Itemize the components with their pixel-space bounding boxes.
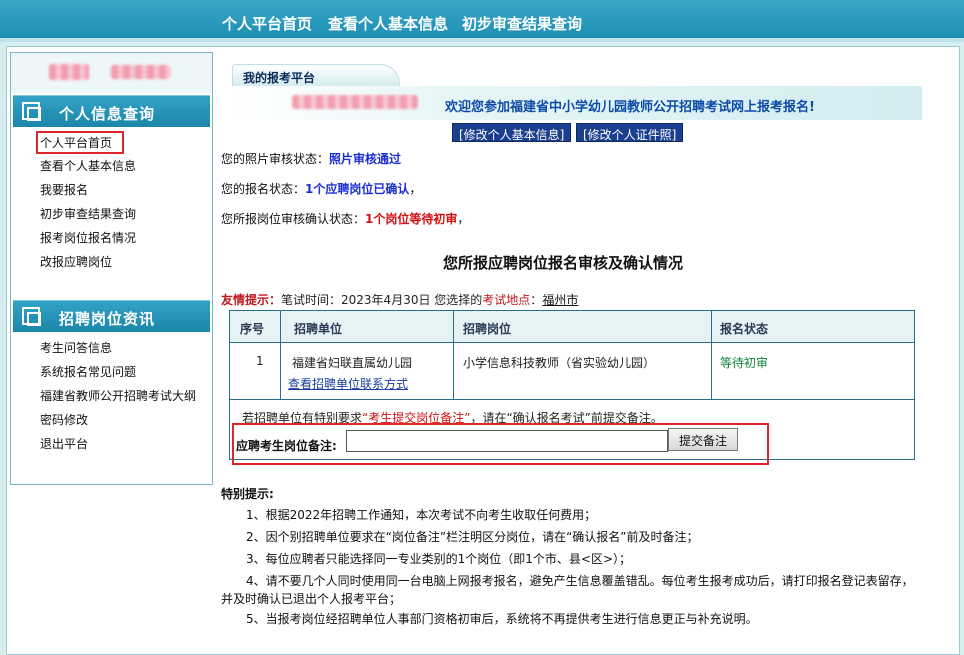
row-status: 等待初审: [720, 356, 769, 370]
special-note-item: 4、请不要几个人同时使用同一台电脑上网报考报名，避免产生信息覆盖错乱。每位考生报…: [246, 574, 914, 588]
welcome-message: 欢迎您参加福建省中小学幼儿园教师公开招聘考试网上报考报名!: [445, 100, 815, 115]
sidebar-section-personal-info: 个人信息查询: [13, 95, 210, 127]
post-review-status-suffix: ，: [457, 212, 470, 226]
sidebar-item-post-registration[interactable]: 报考岗位报名情况: [40, 229, 136, 246]
sidebar-user-bar: [11, 53, 212, 93]
redacted-name: [292, 95, 418, 109]
table-divider: [280, 311, 281, 399]
submit-remark-button[interactable]: 提交备注: [668, 428, 738, 451]
top-navigation-bar: 个人平台首页 查看个人基本信息 初步审查结果查询: [0, 0, 964, 42]
photo-status-line: 您的照片审核状态：照片审核通过: [221, 150, 401, 167]
sidebar-item-view-basic-info[interactable]: 查看个人基本信息: [40, 157, 136, 174]
special-note-item: 3、每位应聘者只能选择同一专业类别的1个岗位（即1个市、县<区>）；: [246, 552, 632, 566]
tip-colon: ：: [530, 293, 543, 307]
table-header: 序号 招聘单位 招聘岗位 报名状态: [230, 311, 914, 343]
nav-personal-home[interactable]: 个人平台首页: [222, 13, 312, 34]
header-index: 序号: [240, 322, 265, 336]
tab-my-platform: 我的报考平台: [232, 64, 400, 86]
sidebar-item-change-post[interactable]: 改报应聘岗位: [40, 253, 112, 270]
window-icon-inner: [27, 312, 41, 326]
registration-status-value: 1个应聘岗位已确认: [305, 182, 410, 196]
tip-label: 友情提示：: [221, 293, 282, 307]
tip-location-label: 考试地点: [482, 293, 531, 307]
sidebar: 个人信息查询 个人平台首页 查看个人基本信息 我要报名 初步审查结果查询 报考岗…: [10, 52, 213, 485]
sidebar-item-qa[interactable]: 考生问答信息: [40, 339, 112, 356]
registration-status-suffix: ，: [409, 182, 422, 196]
sidebar-item-personal-home[interactable]: 个人平台首页: [35, 131, 125, 154]
row-post: 小学信息科技教师（省实验幼儿园）: [463, 356, 656, 370]
sidebar-section-title: 个人信息查询: [59, 105, 156, 123]
section-title: 您所报应聘岗位报名审核及确认情况: [443, 254, 684, 272]
table-divider: [453, 311, 454, 399]
table-divider: [711, 311, 712, 399]
special-note-item: 2、因个别招聘单位要求在“岗位备注”栏注明区分岗位，请在“确认报名”前及时备注；: [246, 530, 699, 544]
platform-tab-strip: 我的报考平台: [232, 64, 922, 86]
photo-status-value: 照片审核通过: [329, 152, 402, 166]
nav-view-basic-info[interactable]: 查看个人基本信息: [328, 13, 448, 34]
row-index: 1: [256, 354, 264, 368]
registration-status-line: 您的报名状态：1个应聘岗位已确认，: [221, 180, 421, 197]
sidebar-item-change-password[interactable]: 密码修改: [40, 411, 88, 428]
tip-line: 友情提示：笔试时间：2023年4月30日 您选择的考试地点：福州市: [221, 291, 578, 308]
redacted-user-info: [111, 65, 171, 79]
special-notes-title: 特别提示:: [221, 487, 274, 501]
edit-id-photo-button[interactable]: [修改个人证件照]: [576, 123, 684, 142]
redacted-username: [49, 64, 89, 80]
post-review-status-line: 您所报岗位审核确认状态：1个岗位等待初审，: [221, 210, 469, 227]
welcome-bar: 欢迎您参加福建省中小学幼儿园教师公开招聘考试网上报考报名!: [232, 86, 922, 120]
row-unit: 福建省妇联直属幼儿园: [292, 356, 413, 370]
post-review-status-label: 您所报岗位审核确认状态：: [221, 212, 366, 226]
special-note-item: 1、根据2022年招聘工作通知，本次考试不向考生收取任何费用；: [246, 508, 597, 522]
sidebar-item-review-query[interactable]: 初步审查结果查询: [40, 205, 136, 222]
nav-preliminary-review-query[interactable]: 初步审查结果查询: [462, 13, 582, 34]
sidebar-item-logout[interactable]: 退出平台: [40, 435, 88, 452]
table-divider: [230, 399, 914, 400]
photo-status-label: 您的照片审核状态：: [221, 152, 330, 166]
special-note-item: 5、当报考岗位经招聘单位人事部门资格初审后，系统将不再提供考生进行信息更正与补充…: [246, 612, 758, 626]
sidebar-item-exam-syllabus[interactable]: 福建省教师公开招聘考试大纲: [40, 387, 196, 404]
view-unit-contact-link[interactable]: 查看招聘单位联系方式: [288, 375, 408, 392]
post-review-status-value: 1个岗位等待初审: [365, 212, 458, 226]
special-note-item-continued: 并及时确认已退出个人报考平台；: [221, 592, 402, 606]
remark-label: 应聘考生岗位备注:: [236, 439, 337, 453]
header-post: 招聘岗位: [463, 322, 512, 336]
header-status: 报名状态: [720, 322, 769, 336]
sidebar-section-recruitment-info: 招聘岗位资讯: [13, 300, 210, 332]
exam-city: 福州市: [542, 293, 579, 307]
edit-basic-info-button[interactable]: [修改个人基本信息]: [452, 123, 572, 142]
window-icon-inner: [27, 107, 41, 121]
header-unit: 招聘单位: [294, 322, 343, 336]
tip-text: 笔试时间：2023年4月30日 您选择的: [281, 293, 483, 307]
sidebar-item-faq[interactable]: 系统报名常见问题: [40, 363, 136, 380]
sidebar-item-register[interactable]: 我要报名: [40, 181, 88, 198]
sidebar-section-title: 招聘岗位资讯: [59, 310, 156, 328]
remark-input[interactable]: [346, 430, 668, 452]
registration-status-label: 您的报名状态：: [221, 182, 306, 196]
